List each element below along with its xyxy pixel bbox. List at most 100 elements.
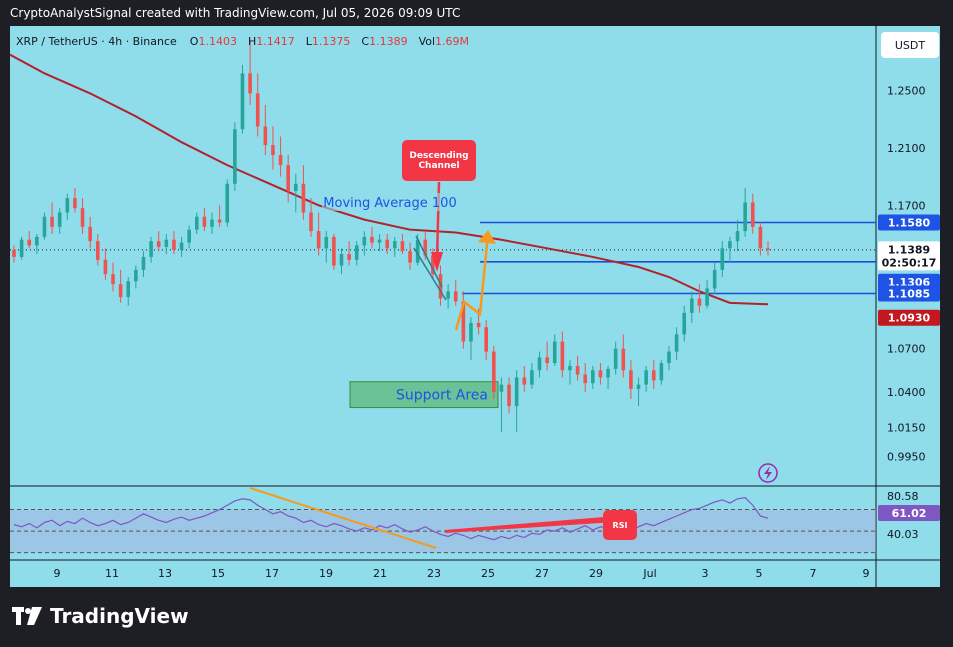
candle-body — [240, 73, 245, 130]
candle-body — [50, 216, 54, 227]
candle-body — [651, 370, 656, 381]
candle-body — [293, 183, 298, 191]
time-tick-label: 19 — [319, 567, 333, 580]
candle-body — [476, 322, 481, 328]
time-tick-label: 11 — [105, 567, 119, 580]
candle-body — [316, 231, 321, 249]
candle-body — [750, 202, 755, 227]
price-tick-label: 1.1700 — [887, 199, 926, 212]
candle-body — [354, 245, 359, 260]
descending-channel-label: Channel — [418, 161, 459, 171]
candle-body — [309, 212, 313, 232]
time-tick-label: 15 — [211, 567, 225, 580]
price-tick-label: 1.2100 — [887, 142, 926, 155]
candle-body — [766, 248, 770, 250]
symbol-name[interactable]: XRP / TetherUS · 4h · Binance — [16, 35, 177, 48]
time-tick-label: 27 — [535, 567, 549, 580]
descending-channel-label: Descending — [409, 151, 468, 161]
candle-body — [385, 239, 389, 249]
candle-body — [88, 226, 92, 242]
candle-body — [743, 202, 747, 232]
candle-body — [507, 384, 511, 407]
candle-body — [278, 155, 283, 166]
candle-body — [210, 219, 214, 227]
candle-body — [73, 198, 77, 209]
candle-body — [233, 129, 237, 184]
price-tick-label: 1.2500 — [887, 85, 926, 98]
time-tick-label: 23 — [427, 567, 441, 580]
candle-body — [735, 231, 740, 242]
level-price-label-text: 1.1580 — [888, 217, 931, 230]
last-price-label-text: 1.1389 — [888, 243, 930, 256]
time-tick-label: 21 — [373, 567, 387, 580]
price-tick-label: 0.9950 — [887, 450, 926, 463]
close-value: 1.1389 — [369, 35, 408, 48]
symbol-info-bar: XRP / TetherUS · 4h · Binance O1.1403 H1… — [16, 35, 469, 48]
candle-body — [545, 357, 549, 364]
candle-body — [697, 298, 702, 306]
candle-body — [484, 327, 489, 352]
candle-body — [408, 251, 412, 263]
candle-body — [339, 254, 344, 266]
time-tick-label: 29 — [589, 567, 603, 580]
close-label: C — [361, 35, 370, 48]
candle-body — [690, 298, 694, 313]
candle-body — [370, 236, 374, 243]
candle-body — [712, 269, 717, 289]
candle-body — [27, 239, 32, 246]
time-tick-label: 9 — [863, 567, 870, 580]
low-value: 1.1375 — [311, 35, 351, 48]
candle-body — [80, 208, 85, 227]
time-tick-label: 5 — [756, 567, 763, 580]
candle-body — [149, 241, 153, 257]
open-value: 1.1403 — [198, 35, 237, 48]
candle-body — [187, 229, 191, 243]
candle-body — [499, 384, 504, 392]
candle-body — [172, 239, 176, 250]
rsi-tick-label: 80.58 — [887, 490, 919, 503]
candle-body — [469, 322, 473, 342]
candle-body — [453, 291, 458, 302]
tradingview-logo-icon — [12, 607, 42, 625]
candle-body — [591, 370, 595, 384]
candle-body — [362, 236, 367, 246]
candle-body — [492, 351, 496, 392]
candle-body — [134, 269, 138, 282]
brand-name: TradingView — [50, 604, 189, 628]
candle-body — [514, 377, 519, 407]
candle-body — [286, 165, 290, 191]
rsi-callout-label: RSI — [613, 521, 628, 530]
moving-average-line — [9, 53, 769, 306]
candle-body — [659, 363, 664, 381]
candle-body — [613, 348, 618, 369]
price-tick-label: 1.0700 — [887, 343, 926, 356]
candle-body — [271, 145, 275, 156]
candle-body — [621, 348, 626, 371]
candle-body — [598, 370, 603, 378]
candle-body — [758, 226, 763, 249]
candle-body — [682, 312, 687, 335]
volume-label: Vol — [418, 35, 436, 48]
candle-body — [118, 284, 123, 298]
candle-body — [560, 341, 565, 371]
candle-body — [583, 374, 588, 384]
candle-body — [377, 239, 382, 243]
candle-body — [111, 274, 115, 285]
time-tick-label: 13 — [158, 567, 172, 580]
candle-body — [164, 239, 169, 247]
high-label: H — [247, 35, 257, 48]
candle-body — [552, 341, 557, 364]
candle-body — [606, 368, 610, 378]
candle-body — [255, 93, 260, 127]
candle-body — [103, 259, 108, 275]
ma-price-label-text: 1.0930 — [888, 312, 931, 325]
candle-body — [194, 216, 199, 230]
candle-body — [400, 241, 405, 252]
candle-body — [248, 73, 252, 94]
candle-body — [393, 241, 397, 249]
candle-body — [332, 236, 336, 266]
last-price-label-text: 02:50:17 — [882, 256, 937, 269]
candle-body — [179, 242, 184, 250]
candle-body — [57, 212, 62, 227]
currency-button[interactable]: USDT — [881, 32, 939, 58]
